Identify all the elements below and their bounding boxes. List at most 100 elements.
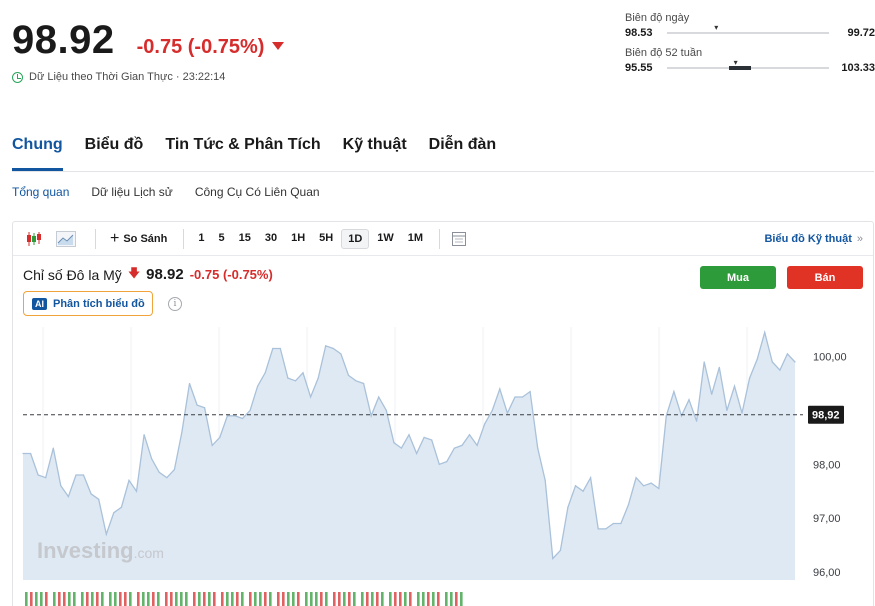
- volume-bar: [86, 592, 89, 606]
- volume-bar: [119, 592, 122, 606]
- price-point: [158, 471, 160, 473]
- price-point: [461, 444, 463, 446]
- price-row: 98.92 -0.75 (-0.75%): [12, 18, 285, 63]
- volume-bar: [254, 592, 257, 606]
- volume-bar: [129, 592, 132, 606]
- price-point: [794, 361, 796, 363]
- volume-bar: [63, 592, 66, 606]
- tab-chart[interactable]: Biểu đồ: [85, 128, 144, 171]
- volume-bar: [114, 592, 117, 606]
- price-point: [567, 506, 569, 508]
- volume-bar: [427, 592, 430, 606]
- price-point: [181, 431, 183, 433]
- price-point: [718, 366, 720, 368]
- tab-technical[interactable]: Kỹ thuật: [343, 128, 407, 171]
- volume-bar: [185, 592, 188, 606]
- volume-bar: [236, 592, 239, 606]
- volume-bar: [422, 592, 425, 606]
- volume-bar: [53, 592, 56, 606]
- volume-bar: [404, 592, 407, 606]
- price-header: 98.92 -0.75 (-0.75%) Dữ Liệu theo Thời G…: [12, 18, 285, 83]
- price-point: [325, 345, 327, 347]
- volume-bar: [432, 592, 435, 606]
- chart-card: + So Sánh 1 5 15 30 1H 5H 1D 1W 1M Biểu đồ Kỹ th…: [12, 221, 874, 606]
- price-point: [302, 372, 304, 374]
- volume-bar: [376, 592, 379, 606]
- price-point: [204, 407, 206, 409]
- price-point: [347, 374, 350, 376]
- price-point: [151, 458, 153, 460]
- volume-bar: [310, 592, 313, 606]
- realtime-row: Dữ Liệu theo Thời Gian Thực · 23:22:14: [12, 71, 284, 83]
- price-point: [612, 522, 615, 525]
- price-point: [363, 382, 365, 385]
- price-point: [173, 469, 175, 471]
- volume-bar: [292, 592, 295, 606]
- main-tabs: Chung Biểu đồ Tin Tức & Phân Tích Kỹ thu…: [12, 128, 874, 172]
- tab-news-analysis[interactable]: Tin Tức & Phân Tích: [165, 128, 320, 171]
- price-point: [423, 436, 425, 438]
- volume-bar: [208, 592, 211, 606]
- price-point: [476, 444, 478, 446]
- price-point: [113, 512, 115, 514]
- price-point: [287, 377, 289, 379]
- volume-bar: [73, 592, 76, 606]
- tab-forum[interactable]: Diễn đàn: [429, 128, 497, 171]
- volume-bar: [381, 592, 384, 606]
- volume-bar: [58, 592, 61, 606]
- volume-bar: [409, 592, 412, 606]
- price-point: [264, 372, 266, 374]
- volume-bar: [343, 592, 346, 606]
- volume-bar: [101, 592, 104, 606]
- price-point: [643, 485, 645, 487]
- subtab-overview[interactable]: Tổng quan: [12, 185, 69, 199]
- price-point: [506, 412, 508, 414]
- price-point: [749, 377, 751, 379]
- price-point: [340, 353, 342, 355]
- volume-bar: [241, 592, 244, 606]
- subtab-historical-data[interactable]: Dữ liệu Lịch sử: [91, 185, 172, 199]
- volume-bar: [325, 592, 328, 606]
- price-point: [332, 347, 334, 350]
- volume-bar: [170, 592, 173, 606]
- volume-bar: [361, 592, 364, 606]
- volume-bar: [460, 592, 463, 606]
- y-tick-label: 97,00: [813, 513, 841, 525]
- y-tick-label: 100,00: [813, 352, 847, 364]
- price-point: [135, 490, 138, 492]
- price-point: [696, 420, 698, 422]
- volume-bar: [221, 592, 224, 606]
- price-point: [393, 442, 395, 444]
- volume-bar: [315, 592, 318, 606]
- price-point: [226, 415, 228, 417]
- price-point: [446, 461, 448, 463]
- price-point: [211, 444, 213, 446]
- price-point: [499, 388, 501, 390]
- tab-general[interactable]: Chung: [12, 128, 63, 171]
- subtab-related-instruments[interactable]: Công Cụ Có Liên Quan: [195, 185, 320, 199]
- volume-bar: [91, 592, 94, 606]
- price-point: [37, 474, 39, 476]
- volume-bar: [249, 592, 252, 606]
- volume-bar: [269, 592, 272, 606]
- down-triangle-icon: [272, 41, 285, 50]
- price-point: [771, 361, 773, 363]
- volume-bar: [277, 592, 280, 606]
- volume-bar: [437, 592, 440, 606]
- volume-bar: [25, 592, 28, 606]
- price-point: [279, 347, 281, 350]
- price-point: [188, 382, 191, 385]
- week52-range-label: Biên độ 52 tuần: [625, 47, 703, 59]
- price-point: [597, 528, 599, 530]
- price-point: [703, 361, 705, 363]
- price-chart[interactable]: 100,0099,0098,0097,0096,0098,92Investing…: [13, 222, 873, 606]
- price-point: [196, 404, 198, 406]
- price-point: [484, 423, 486, 425]
- volume-bar: [193, 592, 196, 606]
- day-range-low: 98.53: [625, 27, 653, 39]
- price-point: [257, 385, 259, 387]
- volume-bar: [109, 592, 112, 606]
- volume-bar: [203, 592, 206, 606]
- price-point: [90, 493, 92, 495]
- week52-range-row: 95.55 ▾ 103.33: [625, 58, 875, 74]
